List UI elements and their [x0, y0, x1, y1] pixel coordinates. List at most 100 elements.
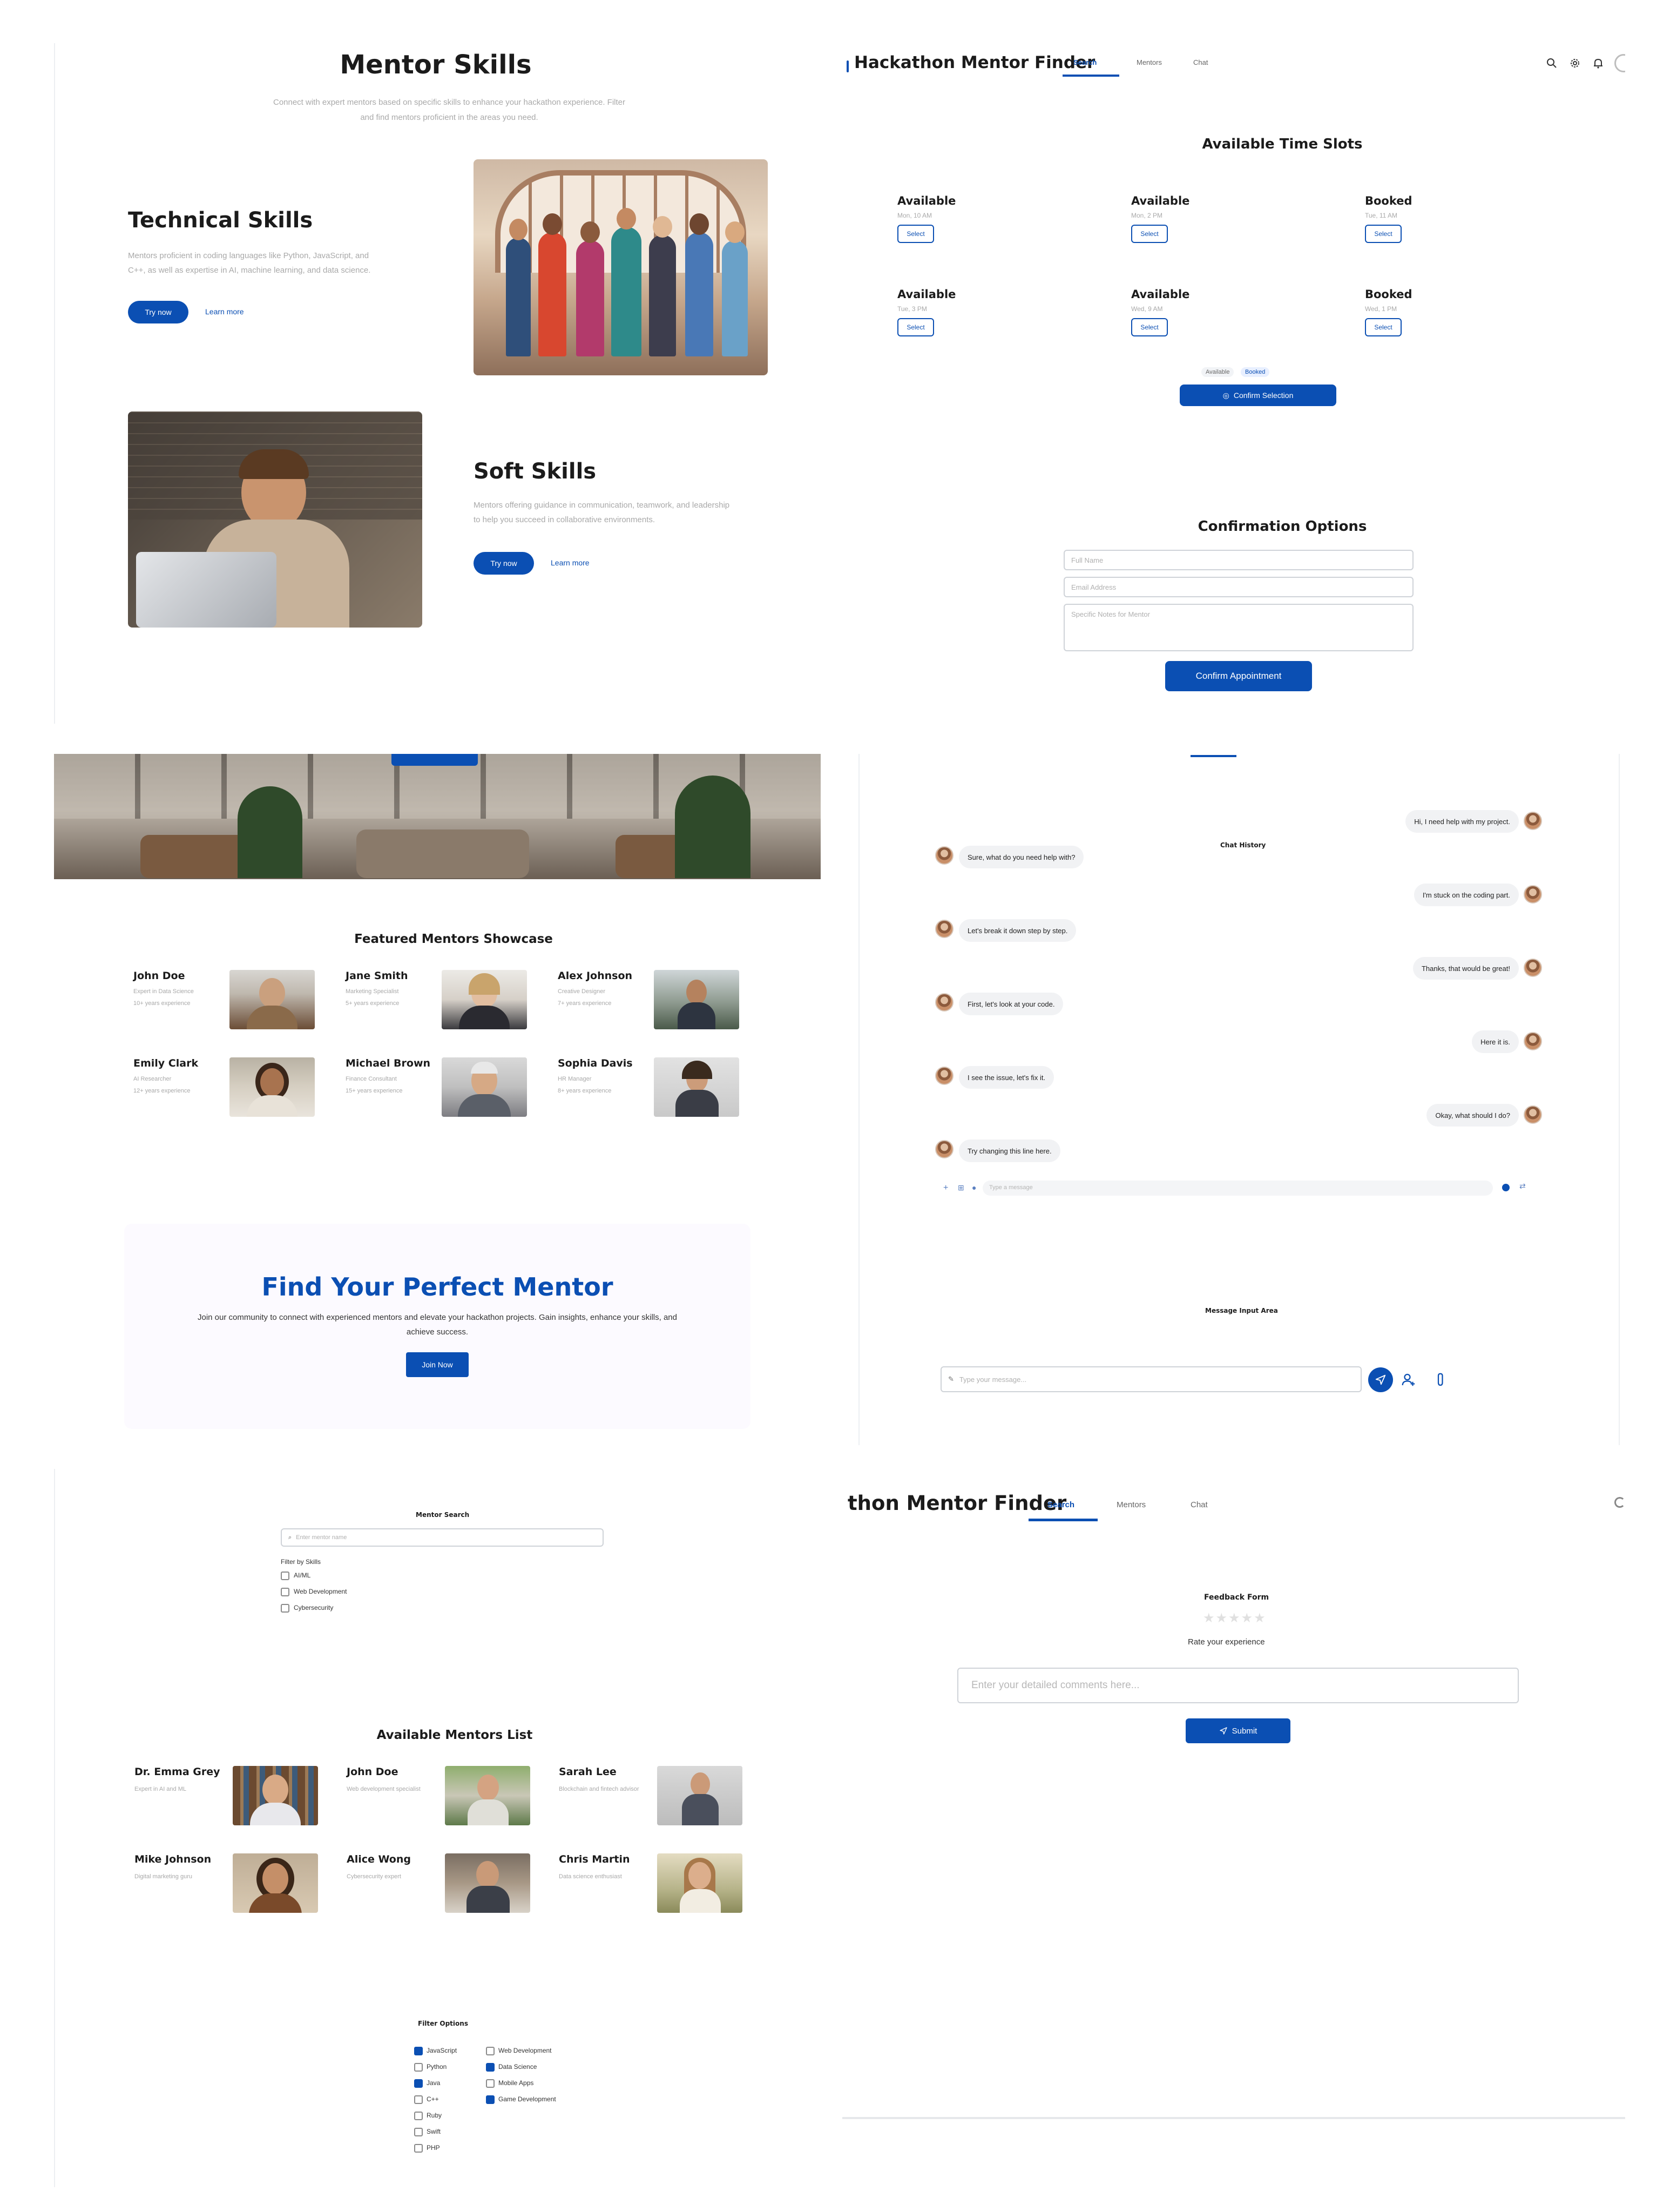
filter-checkbox-cpp[interactable] [414, 2095, 423, 2104]
chat-history-title: Chat History [1220, 841, 1266, 849]
message-input[interactable]: ✎ Type your message... [941, 1366, 1362, 1392]
comments-input[interactable]: Enter your detailed comments here... [957, 1668, 1519, 1703]
filter-checkbox-mobile-apps[interactable] [486, 2079, 495, 2088]
filter-label: Python [427, 2063, 447, 2071]
join-now-button[interactable]: Join Now [406, 1352, 469, 1377]
legend-booked: Booked [1241, 367, 1270, 377]
star-icon[interactable]: ★ [1216, 1611, 1229, 1626]
soft-learn-link[interactable]: Learn more [551, 558, 590, 567]
filter-label: PHP [427, 2144, 440, 2152]
user-avatar [1524, 959, 1542, 977]
confirm-selection-button[interactable]: ◎ Confirm Selection [1180, 385, 1336, 406]
filter-label: Swift [427, 2128, 441, 2135]
filter-checkbox-game-development[interactable] [486, 2095, 495, 2104]
tab-mentors[interactable]: Mentors [1137, 58, 1162, 66]
avatar[interactable] [1614, 54, 1625, 72]
gear-icon[interactable] [1568, 57, 1581, 70]
mentor-list-card[interactable]: Dr. Emma Grey Expert in AI and ML [134, 1766, 329, 1825]
featured-mentor-card[interactable]: Sophia Davis HR Manager 8+ years experie… [558, 1057, 752, 1117]
star-icon[interactable]: ★ [1203, 1611, 1216, 1626]
star-icon[interactable]: ★ [1254, 1611, 1267, 1626]
skill-checkbox-web[interactable] [281, 1588, 289, 1596]
technical-try-button[interactable]: Try now [128, 301, 188, 323]
select-button[interactable]: Select [897, 318, 934, 336]
featured-mentor-card[interactable]: John Doe Expert in Data Science 10+ year… [133, 970, 328, 1029]
filter-checkbox-swift[interactable] [414, 2128, 423, 2136]
technical-learn-link[interactable]: Learn more [205, 307, 244, 316]
slot-4: Available Tue, 3 PM Select [897, 288, 956, 336]
confirm-appointment-button[interactable]: Confirm Appointment [1165, 661, 1312, 691]
emoji-icon[interactable] [1502, 1184, 1510, 1191]
edit-icon: ✎ [948, 1375, 954, 1383]
filter-label: Web Development [498, 2047, 552, 2054]
mentor-list-card[interactable]: Chris Martin Data science enthusiast [559, 1853, 753, 1913]
mentor-search-input[interactable]: ⌕ Enter mentor name [281, 1528, 604, 1547]
select-button[interactable]: Select [1131, 318, 1168, 336]
tab-mentors[interactable]: Mentors [1117, 1500, 1146, 1509]
submit-button[interactable]: Submit [1186, 1718, 1290, 1743]
featured-mentor-card[interactable]: Jane Smith Marketing Specialist 5+ years… [346, 970, 540, 1029]
filter-checkbox-data-science[interactable] [486, 2063, 495, 2072]
filter-checkbox-java[interactable] [414, 2079, 423, 2088]
user-avatar [1524, 1032, 1542, 1050]
send-button[interactable] [1368, 1367, 1393, 1392]
search-icon[interactable] [1545, 57, 1558, 70]
filter-checkbox-javascript[interactable] [414, 2047, 423, 2055]
star-icon[interactable]: ★ [1228, 1611, 1241, 1626]
composer-input[interactable]: Type a message [983, 1181, 1493, 1196]
mentor-description: Cybersecurity expert [347, 1873, 401, 1880]
paperclip-icon[interactable] [1433, 1372, 1449, 1388]
star-rating[interactable]: ★★★★★ [1203, 1610, 1267, 1626]
slot-6: Booked Wed, 1 PM Select [1365, 288, 1412, 336]
select-button[interactable]: Select [1365, 318, 1402, 336]
slot-status: Available [1131, 288, 1190, 301]
filter-checkbox-web-development[interactable] [486, 2047, 495, 2055]
cta-section: Find Your Perfect Mentor Join our commun… [124, 1224, 750, 1429]
refresh-icon[interactable] [1614, 1497, 1625, 1508]
check-circle-icon: ◎ [1222, 390, 1229, 400]
bell-icon[interactable] [1592, 57, 1605, 70]
tab-chat[interactable]: Chat [1193, 58, 1208, 66]
filter-checkbox-php[interactable] [414, 2144, 423, 2153]
select-button[interactable]: Select [1365, 225, 1402, 243]
mic-icon[interactable]: ● [972, 1183, 976, 1192]
skill-checkbox-aiml[interactable] [281, 1572, 289, 1580]
star-icon[interactable]: ★ [1241, 1611, 1254, 1626]
filter-label: Java [427, 2079, 441, 2087]
team-meeting-image [474, 159, 768, 375]
soft-try-button[interactable]: Try now [474, 552, 534, 575]
tab-search[interactable]: Search [1073, 58, 1097, 66]
chat-message-mentor: Let's break it down step by step. [959, 919, 1077, 942]
tab-search[interactable]: Search [1047, 1500, 1074, 1509]
mentor-description: Data science enthusiast [559, 1873, 622, 1880]
filter-checkbox-ruby[interactable] [414, 2112, 423, 2120]
mentor-list-card[interactable]: Sarah Lee Blockchain and fintech advisor [559, 1766, 753, 1825]
email-input[interactable]: Email Address [1064, 577, 1414, 597]
featured-mentor-card[interactable]: Michael Brown Finance Consultant 15+ yea… [346, 1057, 540, 1117]
featured-mentor-card[interactable]: Emily Clark AI Researcher 12+ years expe… [133, 1057, 328, 1117]
skill-checkbox-cyber[interactable] [281, 1604, 289, 1613]
mentor-list-card[interactable]: Alice Wong Cybersecurity expert [347, 1853, 541, 1913]
grid-icon[interactable]: ⊞ [958, 1183, 964, 1192]
mentor-photo [442, 970, 527, 1029]
notes-textarea[interactable]: Specific Notes for Mentor [1064, 604, 1414, 651]
mentor-description: Blockchain and fintech advisor [559, 1786, 639, 1792]
filter-options-title: Filter Options [418, 2020, 468, 2027]
mentor-list-card[interactable]: Mike Johnson Digital marketing guru [134, 1853, 329, 1913]
chat-message-user: Thanks, that would be great! [1412, 957, 1519, 980]
filter-checkbox-python[interactable] [414, 2063, 423, 2072]
send-small-icon[interactable]: ⇄ [1519, 1182, 1526, 1191]
select-button[interactable]: Select [897, 225, 934, 243]
cta-title: Find Your Perfect Mentor [261, 1272, 613, 1301]
full-name-input[interactable]: Full Name [1064, 550, 1414, 570]
tab-chat[interactable]: Chat [1191, 1500, 1208, 1509]
select-button[interactable]: Select [1131, 225, 1168, 243]
add-user-icon[interactable] [1401, 1372, 1417, 1388]
featured-mentor-card[interactable]: Alex Johnson Creative Designer 7+ years … [558, 970, 752, 1029]
mentor-photo [233, 1766, 318, 1825]
mentor-avatar [935, 920, 954, 938]
mentor-photo [654, 1057, 739, 1117]
mentor-skills-panel: Mentor Skills Connect with expert mentor… [54, 43, 815, 724]
plus-icon[interactable]: + [943, 1183, 948, 1193]
mentor-list-card[interactable]: John Doe Web development specialist [347, 1766, 541, 1825]
